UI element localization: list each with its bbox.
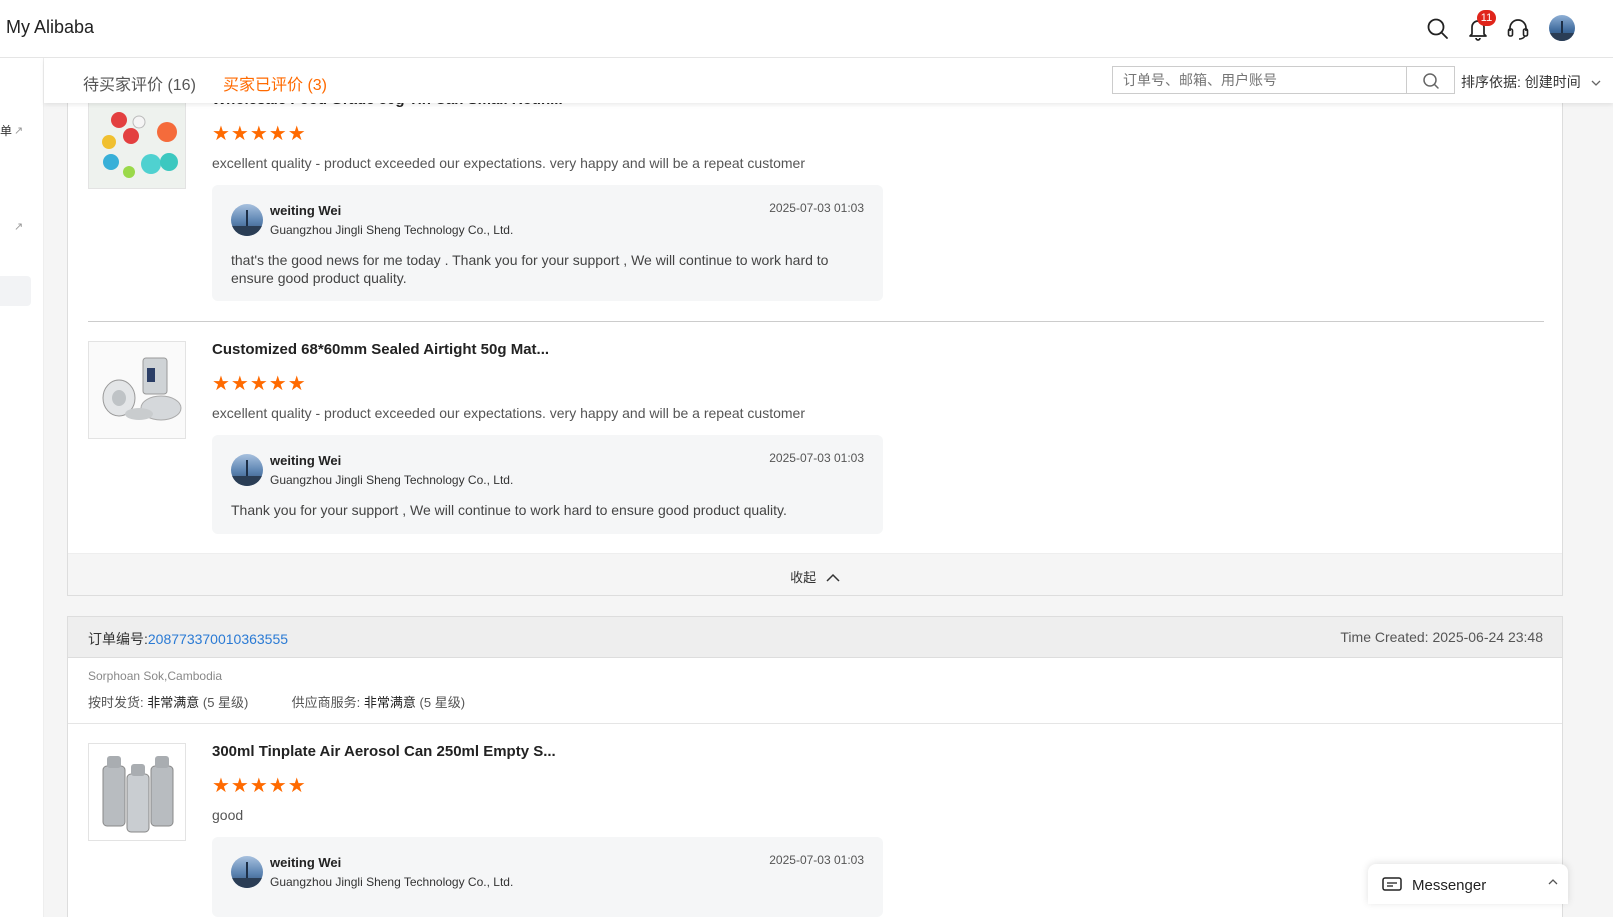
collapse-bar: 收起 [68, 553, 1562, 595]
supplier-reply: weiting Wei Guangzhou Jingli Sheng Techn… [212, 185, 883, 301]
messenger-button[interactable]: Messenger [1368, 864, 1568, 904]
reply-text: that's the good news for me today . Than… [231, 252, 829, 286]
top-header: My Alibaba 11 [0, 0, 1613, 58]
order-number-link[interactable]: 208773370010363555 [148, 631, 288, 647]
chevron-up-icon [1548, 879, 1558, 885]
tab-reviewed[interactable]: 买家已评价 (3) [223, 71, 327, 95]
buyer-name: Sorphoan Sok,Cambodia [88, 669, 223, 683]
search-icon [1423, 73, 1439, 89]
avatar [231, 856, 263, 888]
sort-dropdown[interactable]: 排序依据: 创建时间 [1461, 72, 1601, 92]
product-title[interactable]: 300ml Tinplate Air Aerosol Can 250ml Emp… [212, 743, 556, 760]
time-created: Time Created: 2025-06-24 23:48 [1340, 629, 1543, 645]
supplier-reply: weiting Wei Guangzhou Jingli Sheng Techn… [212, 435, 883, 534]
divider [68, 723, 1562, 724]
avatar [231, 204, 263, 236]
notification-badge: 11 [1477, 10, 1496, 26]
avatar [231, 454, 263, 486]
product-title[interactable]: Customized 68*60mm Sealed Airtight 50g M… [212, 341, 549, 358]
review-text: good [212, 807, 244, 823]
supplier-reply: weiting Wei Guangzhou Jingli Sheng Techn… [212, 837, 883, 917]
rating-stars: ★★★★★ [212, 373, 307, 395]
reply-date: 2025-07-03 01:03 [769, 451, 864, 465]
product-thumbnail[interactable] [88, 91, 186, 189]
left-sidebar: 单 ↗ ↗ [0, 58, 44, 917]
rating-stars: ★★★★★ [212, 775, 307, 797]
review-text: excellent quality - product exceeded our… [212, 405, 806, 421]
reply-date: 2025-07-03 01:03 [769, 201, 864, 215]
brand-title[interactable]: My Alibaba [6, 17, 94, 38]
reply-company: Guangzhou Jingli Sheng Technology Co., L… [270, 473, 514, 487]
sidebar-item-label[interactable]: 单 [0, 122, 12, 139]
order-card: Wholesale Food Grade 50g Tin Can Small R… [67, 58, 1563, 596]
reply-author: weiting Wei [270, 203, 342, 218]
product-thumbnail[interactable] [88, 743, 186, 841]
reply-text: Thank you for your support , We will con… [231, 502, 787, 518]
avatar[interactable] [1549, 15, 1575, 41]
reply-author: weiting Wei [270, 453, 342, 468]
sidebar-item-active[interactable] [0, 276, 31, 306]
order-ratings: 按时发货: 非常满意 (5 星级) 供应商服务: 非常满意 (5 星级) [88, 695, 466, 710]
review-tabs: 待买家评价 (16) 买家已评价 (3) 排序依据: 创建时间 [44, 58, 1613, 103]
tab-pending-reviews[interactable]: 待买家评价 (16) [83, 71, 196, 95]
chevron-down-icon [1591, 80, 1601, 86]
product-thumbnail[interactable] [88, 341, 186, 439]
reply-date: 2025-07-03 01:03 [769, 853, 864, 867]
external-link-icon[interactable]: ↗ [14, 220, 23, 233]
order-header: 订单编号:208773370010363555 Time Created: 20… [68, 617, 1562, 658]
main-content: Wholesale Food Grade 50g Tin Can Small R… [44, 58, 1613, 917]
search-input[interactable] [1113, 67, 1406, 93]
order-card: 订单编号:208773370010363555 Time Created: 20… [67, 616, 1563, 917]
headset-icon[interactable] [1503, 14, 1533, 44]
reply-author: weiting Wei [270, 855, 342, 870]
bell-icon[interactable]: 11 [1463, 10, 1496, 44]
divider [88, 321, 1544, 322]
search-field [1112, 66, 1406, 94]
search-icon[interactable] [1423, 14, 1453, 44]
chat-icon [1382, 877, 1402, 891]
reply-company: Guangzhou Jingli Sheng Technology Co., L… [270, 875, 514, 889]
review-text: excellent quality - product exceeded our… [212, 155, 806, 171]
reply-company: Guangzhou Jingli Sheng Technology Co., L… [270, 223, 514, 237]
rating-stars: ★★★★★ [212, 123, 307, 145]
order-number: 订单编号:208773370010363555 [88, 631, 289, 647]
chevron-up-icon [826, 573, 840, 582]
external-link-icon[interactable]: ↗ [14, 124, 23, 137]
collapse-button[interactable]: 收起 [790, 567, 840, 586]
search-button[interactable] [1406, 66, 1455, 94]
